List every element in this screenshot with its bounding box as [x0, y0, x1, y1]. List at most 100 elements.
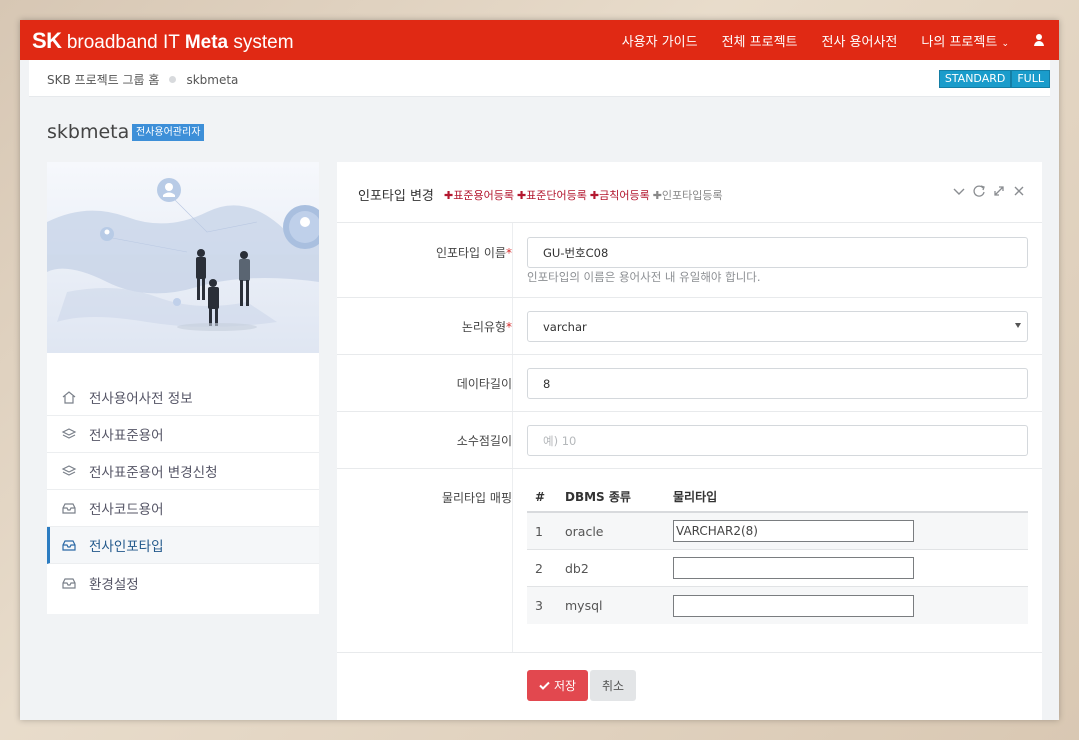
- type-label: 논리유형*: [462, 318, 512, 335]
- sidebar-menu: 전사용어사전 정보 전사표준용어 전사표준용어 변경신청 전사코드용어 전사인포…: [47, 379, 319, 601]
- column-header-num: #: [535, 489, 546, 504]
- breadcrumb-bar: SKB 프로젝트 그룹 홈 skbmeta STANDARD FULL: [29, 60, 1050, 97]
- sidebar-item-standard-terms[interactable]: 전사표준용어: [47, 416, 319, 453]
- length-label: 데이타길이: [456, 377, 512, 391]
- physical-type-input[interactable]: [673, 557, 914, 579]
- column-header-dbms: DBMS 종류: [565, 490, 631, 504]
- sidebar-item-dictionary-info[interactable]: 전사용어사전 정보: [47, 379, 319, 416]
- sidebar-item-label: 전사용어사전 정보: [89, 391, 193, 407]
- row-divider: [512, 469, 513, 652]
- logo-text: broadband IT: [61, 32, 185, 53]
- name-label-text: 인포타입 이름: [435, 246, 506, 260]
- form-row-type: 논리유형* varchar: [337, 298, 1042, 355]
- infotype-name-input[interactable]: GU-번호C08: [527, 237, 1028, 268]
- add-standard-term-link[interactable]: ✚표준용어등록: [444, 187, 514, 203]
- add-standard-word-link[interactable]: ✚표준단어등록: [517, 187, 587, 203]
- quick-add-links: ✚표준용어등록 ✚표준단어등록 ✚금칙어등록 ✚인포타입등록: [444, 187, 723, 203]
- form-row-length: 데이타길이 8: [337, 355, 1042, 412]
- name-help-text: 인포타입의 이름은 용어사전 내 유일해야 합니다.: [527, 270, 761, 284]
- sidebar-item-label: 전사코드용어: [89, 502, 164, 518]
- logical-type-select[interactable]: varchar: [527, 311, 1028, 342]
- brand-logo[interactable]: SK broadband IT Meta system: [32, 28, 294, 54]
- sidebar-item-settings[interactable]: 환경설정: [47, 564, 319, 601]
- row-dbms: db2: [565, 560, 589, 576]
- logical-type-value: varchar: [543, 319, 587, 334]
- table-row: 3 mysql: [527, 587, 1028, 624]
- chevron-down-icon[interactable]: [952, 184, 966, 198]
- mode-full-button[interactable]: FULL: [1011, 70, 1050, 88]
- nav-my-projects[interactable]: 나의 프로젝트 ⌄: [921, 31, 1009, 50]
- form-row-mapping: 물리타입 매핑 # DBMS 종류 물리타입 1 oracle VARCHAR2…: [337, 469, 1042, 653]
- physical-type-input[interactable]: [673, 594, 914, 617]
- sidebar-item-label: 전사인포타입: [89, 539, 164, 555]
- app-window: SK broadband IT Meta system 사용자 가이드 전체 프…: [20, 20, 1059, 720]
- close-icon[interactable]: [1012, 184, 1026, 198]
- physical-type-mapping-table: # DBMS 종류 물리타입 1 oracle VARCHAR2(8) 2 db…: [527, 482, 1028, 624]
- row-dbms: oracle: [565, 523, 604, 539]
- refresh-icon[interactable]: [972, 184, 986, 198]
- mapping-label: 물리타입 매핑: [441, 491, 512, 505]
- user-icon[interactable]: [1033, 34, 1045, 46]
- nav-user-guide[interactable]: 사용자 가이드: [622, 31, 698, 50]
- save-button-label: 저장: [553, 679, 577, 693]
- inbox-icon: [62, 577, 76, 589]
- form-row-scale: 소수점길이 예) 10: [337, 412, 1042, 469]
- sidebar-item-label: 전사표준용어 변경신청: [89, 465, 218, 481]
- type-label-text: 논리유형: [461, 320, 506, 334]
- breadcrumb-current: skbmeta: [186, 72, 239, 87]
- layers-icon: [61, 465, 77, 476]
- top-nav: 사용자 가이드 전체 프로젝트 전사 용어사전 나의 프로젝트 ⌄: [622, 20, 1045, 60]
- table-row: 2 db2: [527, 550, 1028, 587]
- sidebar-item-label: 전사표준용어: [89, 428, 164, 444]
- sidebar-item-term-change-request[interactable]: 전사표준용어 변경신청: [47, 453, 319, 490]
- role-badge: 전사용어관리자: [132, 124, 205, 141]
- add-infotype-link[interactable]: ✚인포타입등록: [653, 187, 723, 203]
- table-header: # DBMS 종류 물리타입: [527, 482, 1028, 513]
- add-forbidden-word-link[interactable]: ✚금칙어등록: [590, 187, 650, 203]
- logo-sk: SK: [32, 28, 62, 53]
- chevron-down-icon: ⌄: [1001, 38, 1009, 49]
- location-pin-icon: [157, 178, 181, 202]
- row-dbms: mysql: [565, 598, 603, 613]
- data-length-input[interactable]: 8: [527, 368, 1028, 399]
- sidebar: 전사용어사전 정보 전사표준용어 전사표준용어 변경신청 전사코드용어 전사인포…: [47, 162, 319, 614]
- infotype-edit-panel: 인포타입 변경 ✚표준용어등록 ✚표준단어등록 ✚금칙어등록 ✚인포타입등록 인…: [337, 162, 1042, 720]
- panel-header: 인포타입 변경 ✚표준용어등록 ✚표준단어등록 ✚금칙어등록 ✚인포타입등록: [337, 162, 1042, 223]
- required-mark: *: [506, 320, 512, 334]
- row-divider: [512, 298, 513, 354]
- row-divider: [512, 412, 513, 468]
- home-icon: [62, 391, 76, 404]
- sidebar-item-code-terms[interactable]: 전사코드용어: [47, 490, 319, 527]
- breadcrumb: SKB 프로젝트 그룹 홈 skbmeta: [47, 71, 238, 88]
- inbox-icon: [62, 540, 76, 551]
- hero-image: [47, 162, 319, 353]
- row-num: 3: [535, 598, 543, 613]
- row-num: 2: [535, 560, 543, 576]
- layers-icon: [61, 428, 77, 439]
- check-icon: [539, 681, 550, 690]
- row-divider: [512, 223, 513, 297]
- column-header-physical-type: 물리타입: [673, 490, 718, 504]
- logo-system: system: [228, 32, 294, 53]
- breadcrumb-home[interactable]: SKB 프로젝트 그룹 홈: [47, 71, 159, 88]
- physical-type-input[interactable]: VARCHAR2(8): [673, 520, 914, 542]
- nav-enterprise-dictionary[interactable]: 전사 용어사전: [822, 31, 898, 50]
- panel-tools: [952, 184, 1026, 198]
- save-button[interactable]: 저장: [527, 670, 588, 701]
- inbox-icon: [62, 503, 76, 514]
- dropdown-caret-icon: [1015, 323, 1021, 328]
- row-num: 1: [535, 523, 543, 539]
- nav-my-projects-label: 나의 프로젝트: [921, 34, 998, 50]
- name-label: 인포타입 이름*: [436, 244, 512, 261]
- nav-all-projects[interactable]: 전체 프로젝트: [722, 31, 798, 50]
- page-title: skbmeta: [47, 121, 130, 143]
- top-navbar: SK broadband IT Meta system 사용자 가이드 전체 프…: [20, 20, 1059, 60]
- sidebar-item-infotype[interactable]: 전사인포타입: [47, 527, 319, 564]
- expand-icon[interactable]: [992, 184, 1006, 198]
- decimal-length-input[interactable]: 예) 10: [527, 425, 1028, 456]
- view-mode-toggle: STANDARD FULL: [938, 70, 1050, 88]
- mode-standard-button[interactable]: STANDARD: [938, 70, 1012, 88]
- cancel-button[interactable]: 취소: [590, 670, 636, 701]
- required-mark: *: [506, 246, 512, 260]
- panel-title: 인포타입 변경: [358, 189, 434, 204]
